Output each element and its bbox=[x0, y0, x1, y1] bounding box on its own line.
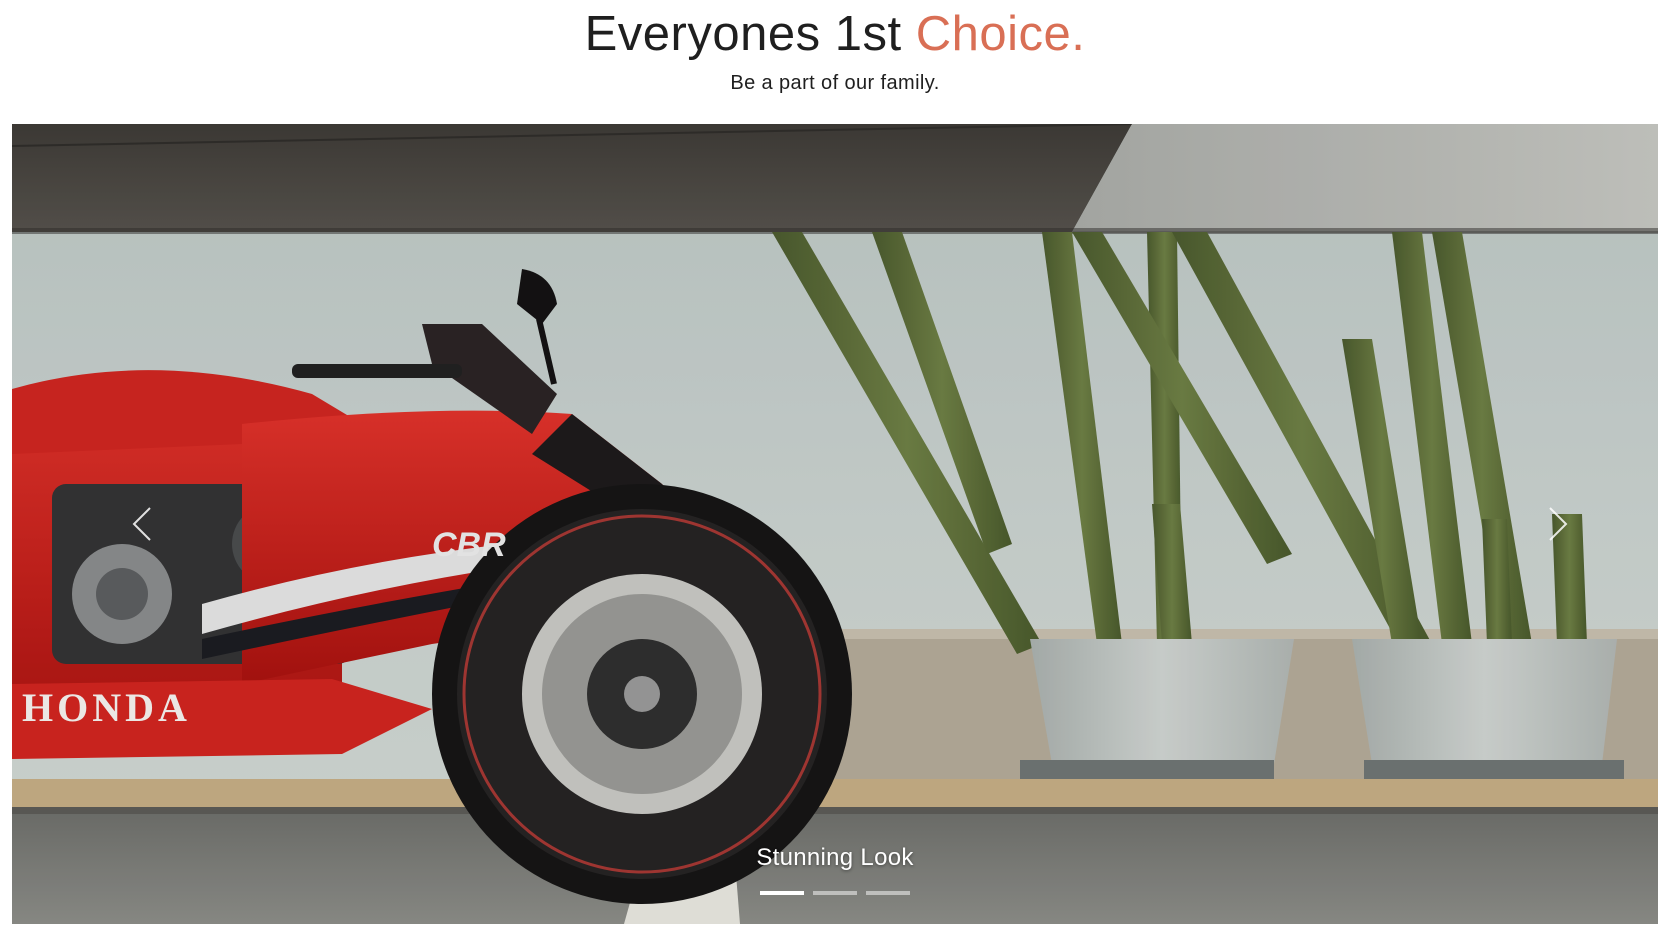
page-title: Everyones 1st Choice. bbox=[0, 4, 1670, 64]
chevron-right-icon bbox=[1549, 507, 1568, 541]
carousel-prev-button[interactable] bbox=[112, 484, 172, 564]
slide-caption: Stunning Look bbox=[756, 844, 914, 871]
slide-image: HONDA CBR bbox=[12, 124, 1658, 924]
carousel-next-button[interactable] bbox=[1528, 484, 1588, 564]
hero-header: Everyones 1st Choice. Be a part of our f… bbox=[0, 0, 1670, 124]
carousel-indicators bbox=[12, 891, 1658, 895]
carousel-indicator-3[interactable] bbox=[866, 891, 910, 895]
carousel-indicator-1[interactable] bbox=[760, 891, 804, 895]
page-subtitle: Be a part of our family. bbox=[730, 72, 940, 94]
title-accent: Choice. bbox=[915, 7, 1086, 61]
chevron-left-icon bbox=[132, 507, 151, 541]
title-main: Everyones 1st bbox=[584, 7, 916, 61]
image-carousel[interactable]: HONDA CBR Stunning Look bbox=[12, 124, 1658, 924]
carousel-indicator-2[interactable] bbox=[813, 891, 857, 895]
